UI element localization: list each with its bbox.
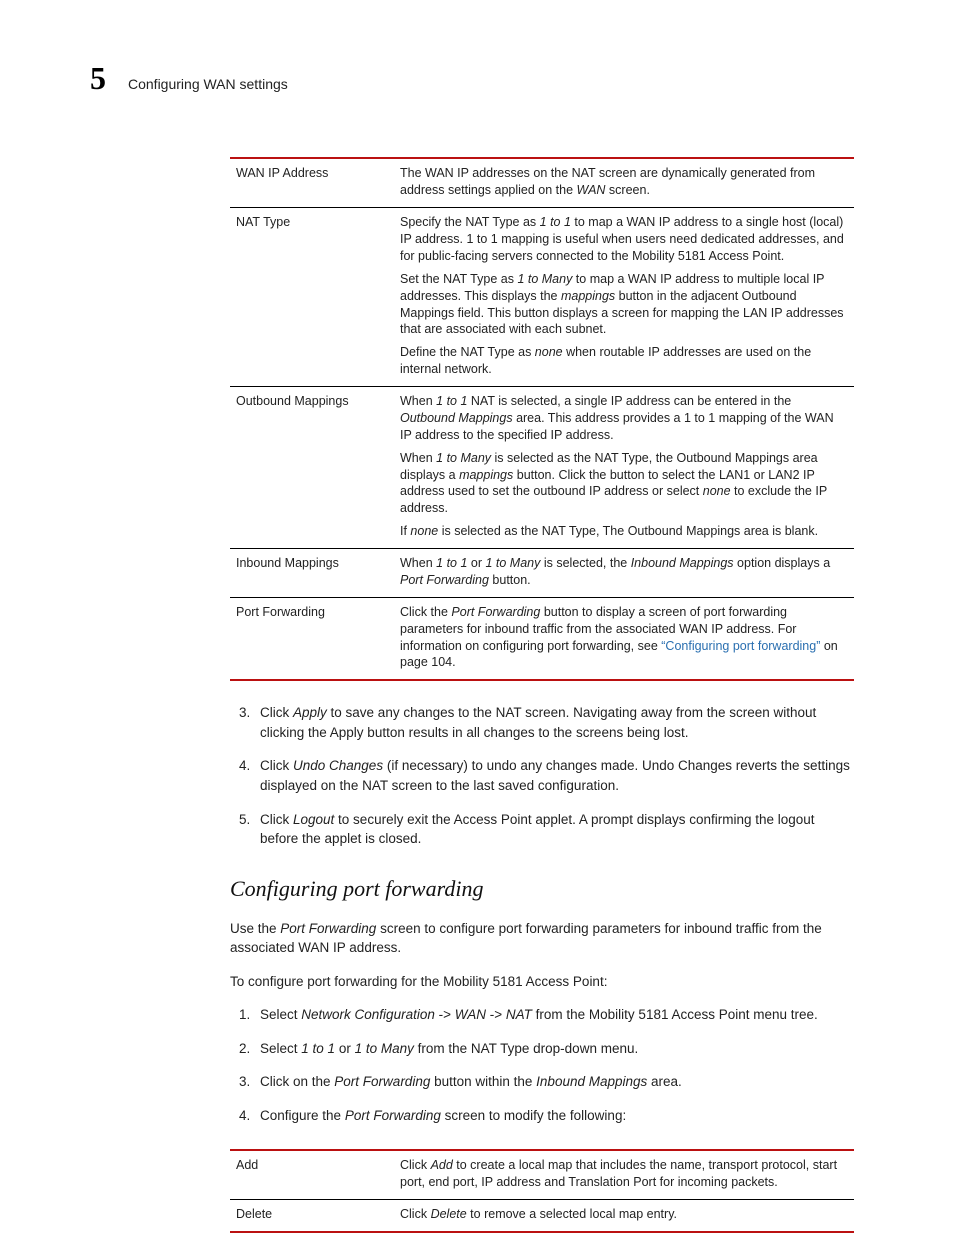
description-cell: When 1 to 1 NAT is selected, a single IP…: [394, 387, 854, 549]
term-cell: Add: [230, 1150, 394, 1199]
description-cell: The WAN IP addresses on the NAT screen a…: [394, 158, 854, 207]
term-cell: NAT Type: [230, 208, 394, 387]
table-row: Inbound Mappings When 1 to 1 or 1 to Man…: [230, 549, 854, 598]
pf-table-body: Add Click Add to create a local map that…: [230, 1150, 854, 1232]
list-item: Click Apply to save any changes to the N…: [254, 703, 854, 742]
section-heading-port-forwarding: Configuring port forwarding: [230, 873, 854, 905]
nat-steps-continued: Click Apply to save any changes to the N…: [230, 703, 854, 848]
table-row: Delete Click Delete to remove a selected…: [230, 1200, 854, 1232]
table-row: WAN IP Address The WAN IP addresses on t…: [230, 158, 854, 207]
page-header: 5 Configuring WAN settings: [90, 55, 854, 101]
term-cell: Port Forwarding: [230, 597, 394, 680]
list-item: Configure the Port Forwarding screen to …: [254, 1106, 854, 1126]
nat-table-body: WAN IP Address The WAN IP addresses on t…: [230, 158, 854, 680]
table-row: Outbound Mappings When 1 to 1 NAT is sel…: [230, 387, 854, 549]
intro-paragraph: Use the Port Forwarding screen to config…: [230, 919, 854, 958]
list-item: Select Network Configuration -> WAN -> N…: [254, 1005, 854, 1025]
description-cell: Click Delete to remove a selected local …: [394, 1200, 854, 1232]
list-item: Click Logout to securely exit the Access…: [254, 810, 854, 849]
chapter-number: 5: [90, 55, 106, 101]
term-cell: WAN IP Address: [230, 158, 394, 207]
port-forwarding-steps: Select Network Configuration -> WAN -> N…: [230, 1005, 854, 1125]
description-cell: Click Add to create a local map that inc…: [394, 1150, 854, 1199]
list-item: Select 1 to 1 or 1 to Many from the NAT …: [254, 1039, 854, 1059]
lead-paragraph: To configure port forwarding for the Mob…: [230, 972, 854, 992]
term-cell: Outbound Mappings: [230, 387, 394, 549]
list-item: Click Undo Changes (if necessary) to und…: [254, 756, 854, 795]
list-item: Click on the Port Forwarding button with…: [254, 1072, 854, 1092]
table-row: Port Forwarding Click the Port Forwardin…: [230, 597, 854, 680]
description-cell: When 1 to 1 or 1 to Many is selected, th…: [394, 549, 854, 598]
document-page: 5 Configuring WAN settings WAN IP Addres…: [0, 0, 954, 1235]
term-cell: Delete: [230, 1200, 394, 1232]
chapter-title: Configuring WAN settings: [128, 74, 288, 94]
table-row: NAT Type Specify the NAT Type as 1 to 1 …: [230, 208, 854, 387]
nat-definition-table: WAN IP Address The WAN IP addresses on t…: [230, 157, 854, 681]
table-row: Add Click Add to create a local map that…: [230, 1150, 854, 1199]
term-cell: Inbound Mappings: [230, 549, 394, 598]
port-forwarding-definition-table: Add Click Add to create a local map that…: [230, 1149, 854, 1233]
description-cell: Specify the NAT Type as 1 to 1 to map a …: [394, 208, 854, 387]
content-column: WAN IP Address The WAN IP addresses on t…: [230, 157, 854, 1233]
description-cell: Click the Port Forwarding button to disp…: [394, 597, 854, 680]
